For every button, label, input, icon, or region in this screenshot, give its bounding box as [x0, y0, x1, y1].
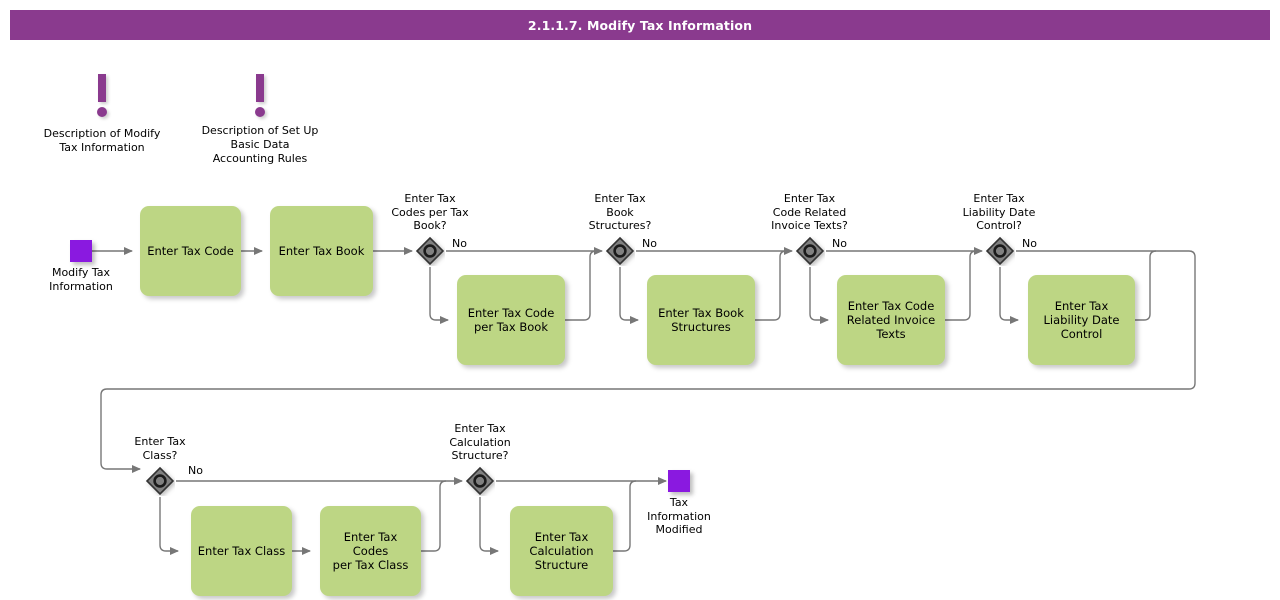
exclamation-dot-icon — [97, 107, 107, 117]
task-enter-tax-liability-date-control[interactable]: Enter Tax Liability Date Control — [1028, 275, 1135, 365]
task-enter-tax-class[interactable]: Enter Tax Class — [191, 506, 292, 596]
task-label: Enter Tax Code per Tax Book — [467, 306, 555, 334]
end-event-label: Tax Information Modified — [647, 496, 711, 536]
gateway-tax-codes-per-tax-book[interactable] — [415, 236, 445, 266]
task-label: Enter Tax Codes per Tax Class — [332, 530, 409, 572]
task-label: Enter Tax Liability Date Control — [1043, 299, 1120, 341]
gateway-label-tax-book-structures: Enter Tax Book Structures? — [588, 192, 652, 232]
process-diagram-canvas: 2.1.1.7. Modify Tax Information Descript… — [0, 0, 1280, 600]
flow-label-no-4: No — [1022, 237, 1037, 250]
task-label: Enter Tax Calculation Structure — [529, 530, 594, 572]
task-enter-tax-codes-per-tax-class[interactable]: Enter Tax Codes per Tax Class — [320, 506, 421, 596]
exclamation-icon — [98, 74, 106, 102]
task-label: Enter Tax Book — [278, 244, 365, 258]
flow-label-no-2: No — [642, 237, 657, 250]
annotation-modify-tax-information — [90, 74, 114, 119]
end-event-tax-information-modified[interactable] — [668, 470, 690, 492]
task-enter-tax-book-structures[interactable]: Enter Tax Book Structures — [647, 275, 755, 365]
task-enter-tax-calculation-structure[interactable]: Enter Tax Calculation Structure — [510, 506, 613, 596]
exclamation-icon — [256, 74, 264, 102]
inclusive-gateway-icon — [605, 236, 635, 266]
inclusive-gateway-icon — [795, 236, 825, 266]
inclusive-gateway-icon — [415, 236, 445, 266]
gateway-tax-book-structures[interactable] — [605, 236, 635, 266]
gateway-label-tax-code-related-invoice-texts: Enter Tax Code Related Invoice Texts? — [771, 192, 848, 232]
task-label: Enter Tax Class — [197, 544, 286, 558]
gateway-label-tax-calculation-structure: Enter Tax Calculation Structure? — [449, 422, 511, 462]
task-enter-tax-code-per-tax-book[interactable]: Enter Tax Code per Tax Book — [457, 275, 565, 365]
task-enter-tax-code-related-invoice-texts[interactable]: Enter Tax Code Related Invoice Texts — [837, 275, 945, 365]
start-event-label: Modify Tax Information — [49, 266, 113, 293]
flow-label-no-1: No — [452, 237, 467, 250]
gateway-tax-liability-date-control[interactable] — [985, 236, 1015, 266]
task-enter-tax-book[interactable]: Enter Tax Book — [270, 206, 373, 296]
task-label: Enter Tax Code — [147, 244, 234, 258]
gateway-tax-code-related-invoice-texts[interactable] — [795, 236, 825, 266]
flow-label-no-3: No — [832, 237, 847, 250]
task-enter-tax-code[interactable]: Enter Tax Code — [140, 206, 241, 296]
inclusive-gateway-icon — [985, 236, 1015, 266]
start-event-modify-tax-information[interactable] — [70, 240, 92, 262]
annotation-label-modify-tax-information: Description of Modify Tax Information — [43, 127, 161, 154]
flow-label-no-5: No — [188, 464, 203, 477]
exclamation-dot-icon — [255, 107, 265, 117]
page-title: 2.1.1.7. Modify Tax Information — [527, 17, 753, 33]
gateway-tax-calculation-structure[interactable] — [465, 466, 495, 496]
gateway-label-tax-class: Enter Tax Class? — [134, 435, 186, 462]
task-label: Enter Tax Book Structures — [658, 306, 744, 334]
gateway-tax-class[interactable] — [145, 466, 175, 496]
annotation-basic-data-accounting-rules — [248, 74, 272, 119]
gateway-label-tax-codes-per-tax-book: Enter Tax Codes per Tax Book? — [391, 192, 469, 232]
diagram-title-bar: 2.1.1.7. Modify Tax Information — [10, 10, 1270, 40]
task-label: Enter Tax Code Related Invoice Texts — [846, 299, 936, 341]
gateway-label-tax-liability-date-control: Enter Tax Liability Date Control? — [962, 192, 1036, 232]
inclusive-gateway-icon — [465, 466, 495, 496]
annotation-label-basic-data-accounting-rules: Description of Set Up Basic Data Account… — [201, 124, 319, 165]
inclusive-gateway-icon — [145, 466, 175, 496]
